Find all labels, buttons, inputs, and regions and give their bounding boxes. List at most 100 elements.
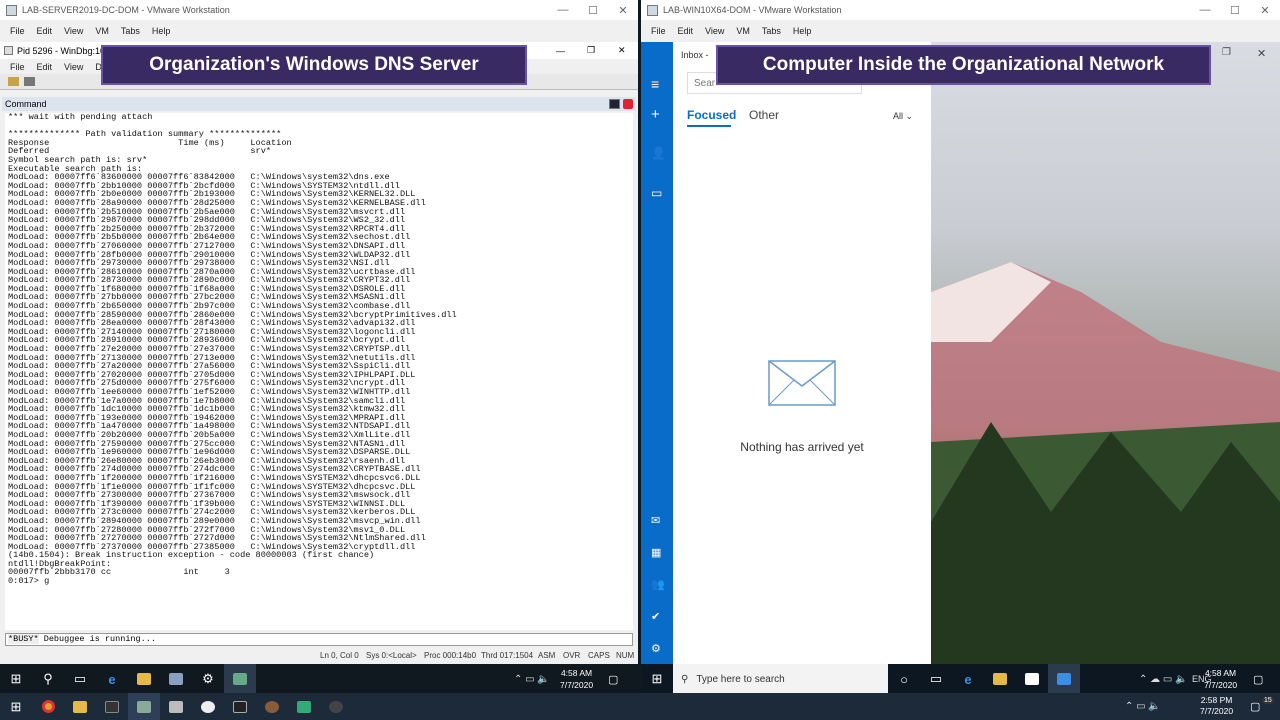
task-view-icon[interactable]: ▭ (64, 664, 96, 694)
calendar-icon[interactable]: ▦ (651, 546, 661, 559)
mail-icon[interactable]: ✉ (651, 514, 660, 527)
terminal-icon[interactable] (96, 693, 128, 720)
status-sys: Sys 0:<Local> (366, 651, 417, 660)
menu-edit[interactable]: Edit (678, 26, 694, 36)
command-output-line: 0:017> g (8, 576, 50, 587)
tray-icons[interactable]: ⌃ ▭ 🔈 (514, 674, 550, 685)
status-asm: ASM (538, 651, 556, 660)
host-file-explorer-icon[interactable] (64, 693, 96, 720)
left-vm-titlebar[interactable]: LAB-SERVER2019-DC-DOM - VMware Workstati… (0, 0, 638, 20)
menu-view[interactable]: View (705, 26, 724, 36)
app-icon-4[interactable] (256, 693, 288, 720)
menu-file[interactable]: File (651, 26, 666, 36)
app-icon-2[interactable] (192, 693, 224, 720)
minimize-icon[interactable]: — (548, 4, 578, 17)
mail-settings-icon[interactable]: ⚙ (651, 642, 661, 655)
app-icon-5[interactable] (288, 693, 320, 720)
minimize-icon[interactable]: — (1190, 4, 1220, 17)
notification-icon[interactable]: ▢ (608, 673, 618, 686)
filter-label: All (893, 111, 904, 121)
close-icon[interactable]: ✕ (608, 4, 638, 17)
menu-edit[interactable]: Edit (37, 26, 53, 36)
right-vm-taskbar: ⊞ ⚲ Type here to search ○ ▭ e ⌃ ☁ ▭ 🔈 ENG… (641, 664, 1280, 694)
menu-vm[interactable]: VM (95, 26, 109, 36)
notification-icon[interactable]: ▢ (1253, 673, 1263, 686)
toolbar-icon[interactable] (24, 77, 35, 86)
host-start-icon[interactable]: ⊞ (0, 693, 32, 720)
app-icon-3[interactable] (224, 693, 256, 720)
right-clock-time: 4:58 AM (1204, 668, 1237, 678)
taskbar-search-text: Type here to search (696, 673, 785, 685)
mail-taskbar-icon[interactable] (1048, 664, 1080, 694)
search-icon[interactable]: ⚲ (32, 664, 64, 694)
command-input[interactable]: *BUSY* Debuggee is running... (5, 633, 633, 646)
menu-vm[interactable]: VM (736, 26, 750, 36)
vmware-taskbar-icon[interactable] (128, 693, 160, 720)
maximize-icon[interactable]: ☐ (1220, 4, 1250, 17)
start-icon[interactable]: ⊞ (641, 664, 673, 694)
left-vm-window: LAB-SERVER2019-DC-DOM - VMware Workstati… (0, 0, 638, 694)
file-explorer-icon[interactable] (984, 664, 1016, 694)
right-vm-title: LAB-WIN10X64-DOM - VMware Workstation (663, 5, 842, 15)
file-explorer-icon[interactable] (128, 664, 160, 694)
mail-restore-icon[interactable]: ❐ (1222, 47, 1231, 58)
menu-help[interactable]: Help (152, 26, 171, 36)
start-icon[interactable]: ⊞ (0, 664, 32, 694)
maximize-icon[interactable]: ☐ (578, 4, 608, 17)
windbg-restore-icon[interactable]: ❐ (587, 45, 595, 56)
menu-view[interactable]: View (64, 26, 83, 36)
task-view-icon[interactable]: ▭ (920, 664, 952, 694)
right-vm-titlebar[interactable]: LAB-WIN10X64-DOM - VMware Workstation — ☐ ✕ (641, 0, 1280, 20)
host-tray-icons[interactable]: ⌃ ▭ 🔈 (1125, 701, 1161, 712)
tab-focused[interactable]: Focused (687, 108, 736, 122)
command-label: Command (5, 99, 47, 109)
menu-tabs[interactable]: Tabs (121, 26, 140, 36)
todo-icon[interactable]: ✔ (651, 610, 660, 623)
accounts-icon[interactable]: 👤 (651, 146, 666, 160)
mail-close-icon[interactable]: ✕ (1257, 47, 1266, 60)
left-vm-taskbar: ⊞ ⚲ ▭ e ⚙ ⌃ ▭ 🔈 4:58 AM 7/7/2020 ▢ (0, 664, 638, 694)
close-icon[interactable]: ✕ (1250, 4, 1280, 17)
host-notification-icon[interactable]: ▢ (1250, 700, 1260, 713)
chrome-icon[interactable] (32, 693, 64, 720)
overlay-label-right: Computer Inside the Organizational Netwo… (716, 45, 1211, 85)
busy-label: *BUSY* (8, 634, 39, 644)
status-proc: Proc 000:14b0 (424, 651, 477, 660)
windbg-close-icon[interactable]: ✕ (618, 45, 626, 56)
ie-icon[interactable]: e (96, 664, 128, 694)
host-clock-time: 2:58 PM (1200, 695, 1233, 705)
people-icon[interactable]: 👥 (651, 578, 665, 591)
app-icon-1[interactable] (160, 693, 192, 720)
menu-file[interactable]: File (10, 26, 25, 36)
taskbar-search-box[interactable]: ⚲ Type here to search (673, 664, 888, 694)
server-manager-icon[interactable] (160, 664, 192, 694)
cortana-icon[interactable]: ○ (888, 664, 920, 694)
folders-icon[interactable]: ▭ (651, 186, 662, 200)
settings-icon[interactable]: ⚙ (192, 664, 224, 694)
tray-icons[interactable]: ⌃ ☁ ▭ 🔈 (1139, 674, 1188, 685)
tab-other[interactable]: Other (749, 108, 779, 122)
pane-close-icon[interactable] (623, 99, 633, 109)
right-vm-window: LAB-WIN10X64-DOM - VMware Workstation — ☐ ✕… (641, 0, 1280, 694)
envelope-icon (768, 360, 836, 406)
menu-tabs[interactable]: Tabs (762, 26, 781, 36)
filter-dropdown[interactable]: All ⌄ (893, 111, 913, 122)
menu-help[interactable]: Help (793, 26, 812, 36)
hamburger-icon[interactable]: ≡ (651, 76, 659, 92)
windbg-menu-view[interactable]: View (64, 62, 83, 72)
command-pane-header: Command (2, 97, 636, 111)
windbg-menu-file[interactable]: File (10, 62, 25, 72)
command-output-line: *** wait with pending attach (8, 113, 153, 122)
open-icon[interactable] (8, 77, 19, 86)
store-icon[interactable] (1016, 664, 1048, 694)
overlay-label-left: Organization's Windows DNS Server (101, 45, 527, 85)
cmd-window-icon[interactable] (609, 99, 620, 109)
windbg-minimize-icon[interactable]: — (556, 46, 565, 56)
new-mail-icon[interactable]: + (651, 106, 660, 123)
windbg-taskbar-icon[interactable] (224, 664, 256, 694)
guest-desktop: ≡ + 👤 ▭ ✉ ▦ 👥 ✔ ⚙ Inbox - Sear Focused O… (641, 42, 1280, 664)
app-icon-6[interactable] (320, 693, 352, 720)
status-caps: CAPS (588, 651, 610, 660)
windbg-menu-edit[interactable]: Edit (37, 62, 53, 72)
edge-icon[interactable]: e (952, 664, 984, 694)
